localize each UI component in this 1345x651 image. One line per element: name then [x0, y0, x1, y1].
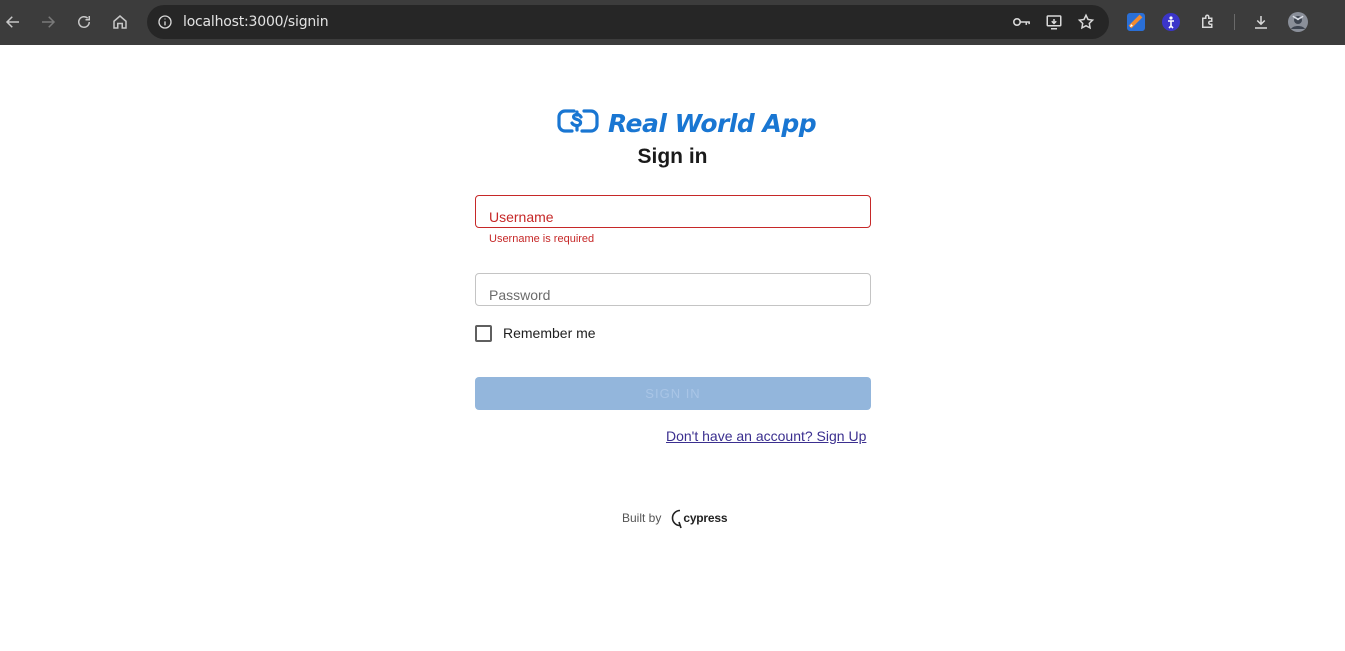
profile-avatar[interactable]	[1287, 11, 1309, 33]
password-field[interactable]	[475, 273, 871, 306]
key-icon[interactable]	[1011, 12, 1033, 32]
browser-toolbar: localhost:3000/signin	[0, 0, 1345, 45]
url-text: localhost:3000/signin	[183, 14, 329, 30]
address-bar[interactable]: localhost:3000/signin	[147, 5, 1109, 39]
remember-me[interactable]: Remember me	[475, 324, 596, 342]
password-input[interactable]	[489, 286, 859, 304]
sign-in-button[interactable]: SIGN IN	[475, 377, 871, 410]
cypress-text: cypress	[683, 511, 728, 525]
download-icon[interactable]	[1250, 11, 1272, 33]
remember-me-checkbox[interactable]	[475, 324, 492, 342]
puzzle-icon[interactable]	[1197, 11, 1219, 33]
money-exchange-icon	[556, 106, 600, 141]
reload-icon[interactable]	[71, 9, 97, 35]
install-app-icon[interactable]	[1043, 12, 1065, 32]
app-logo: Real World App	[556, 106, 817, 141]
toolbar-divider	[1234, 14, 1235, 30]
built-by-text: Built by	[622, 511, 662, 525]
username-error-text: Username is required	[489, 233, 595, 245]
sign-up-link[interactable]: Don't have an account? Sign Up	[666, 428, 866, 444]
extension-2-icon[interactable]	[1160, 11, 1182, 33]
home-icon[interactable]	[107, 9, 133, 35]
star-icon[interactable]	[1075, 12, 1097, 32]
remember-me-label: Remember me	[503, 325, 596, 341]
app-name: Real World App	[608, 108, 817, 138]
username-input[interactable]	[489, 208, 859, 226]
username-field[interactable]	[475, 195, 871, 228]
forward-arrow-icon[interactable]	[35, 9, 61, 35]
cypress-logo[interactable]: cypress	[669, 507, 728, 529]
page-title: Sign in	[637, 145, 708, 168]
footer: Built by cypress	[622, 507, 728, 529]
info-icon[interactable]	[155, 12, 175, 32]
extension-1-icon[interactable]	[1125, 11, 1147, 33]
back-arrow-icon[interactable]	[0, 9, 26, 35]
